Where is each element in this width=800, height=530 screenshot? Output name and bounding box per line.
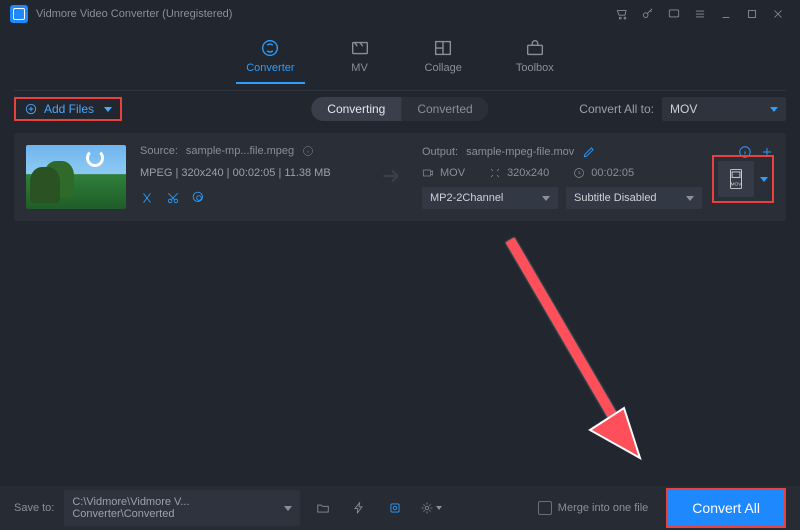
app-title: Vidmore Video Converter (Unregistered) [36, 8, 232, 20]
tab-converted[interactable]: Converted [401, 97, 488, 121]
add-files-button[interactable]: Add Files [14, 97, 122, 121]
cut-icon[interactable] [166, 191, 180, 208]
app-logo [10, 5, 28, 23]
subtitle-select[interactable]: Subtitle Disabled [566, 187, 702, 209]
out-resolution: 320x240 [507, 167, 549, 179]
save-path-value: C:\Vidmore\Vidmore V... Converter\Conver… [72, 496, 284, 520]
info-icon[interactable] [302, 145, 314, 157]
gpu-accel-icon[interactable] [382, 495, 408, 521]
output-label: Output: [422, 146, 458, 158]
mv-icon [349, 38, 371, 58]
tab-toolbox-label: Toolbox [516, 62, 554, 74]
feedback-icon[interactable] [662, 2, 686, 26]
lightning-icon[interactable] [346, 495, 372, 521]
tab-converter[interactable]: Converter [240, 36, 300, 76]
collage-icon [432, 38, 454, 58]
output-format-button[interactable]: MOV [712, 155, 774, 203]
checkbox-icon [538, 501, 552, 515]
file-format-icon: MOV [726, 168, 746, 190]
merge-checkbox[interactable]: Merge into one file [538, 501, 649, 515]
main-tabs: Converter MV Collage Toolbox [0, 28, 800, 84]
save-to-label: Save to: [14, 502, 54, 514]
out-duration: 00:02:05 [591, 167, 634, 179]
tab-mv-label: MV [351, 62, 368, 74]
file-row: Source: sample-mp...file.mpeg MPEG | 320… [14, 133, 786, 221]
convert-all-button[interactable]: Convert All [666, 488, 786, 528]
source-file: sample-mp...file.mpeg [186, 145, 294, 157]
output-file: sample-mpeg-file.mov [466, 146, 574, 158]
toolbox-icon [524, 38, 546, 58]
convert-all-to-select[interactable]: MOV [662, 97, 786, 121]
arrow-right-icon [378, 163, 404, 192]
tab-converter-label: Converter [246, 62, 294, 74]
source-block: Source: sample-mp...file.mpeg MPEG | 320… [140, 145, 360, 208]
window-close[interactable] [766, 2, 790, 26]
tab-toolbox[interactable]: Toolbox [510, 36, 560, 76]
add-files-label: Add Files [44, 102, 94, 116]
file-list: Source: sample-mp...file.mpeg MPEG | 320… [0, 127, 800, 227]
chevron-down-icon [284, 506, 292, 511]
video-icon [422, 167, 434, 179]
chevron-down-icon [542, 196, 550, 201]
annotation-arrow [490, 230, 650, 460]
merge-label: Merge into one file [558, 502, 649, 514]
trim-icon[interactable] [140, 191, 154, 208]
menu-icon[interactable] [688, 2, 712, 26]
window-maximize[interactable] [740, 2, 764, 26]
status-toggle: Converting Converted [311, 97, 488, 121]
edit-icon[interactable] [582, 145, 596, 159]
out-format: MOV [440, 167, 465, 179]
cart-icon[interactable] [610, 2, 634, 26]
chevron-down-icon [686, 196, 694, 201]
edit-tools [140, 191, 360, 208]
tab-collage[interactable]: Collage [419, 36, 468, 76]
chevron-down-icon [104, 107, 112, 112]
tab-collage-label: Collage [425, 62, 462, 74]
video-thumbnail[interactable] [26, 145, 126, 209]
plus-circle-icon [24, 102, 38, 116]
enhance-icon[interactable] [192, 191, 206, 208]
settings-icon[interactable] [418, 495, 444, 521]
tab-mv[interactable]: MV [343, 36, 377, 76]
audio-select[interactable]: MP2-2Channel [422, 187, 558, 209]
clock-icon [573, 167, 585, 179]
resolution-icon [489, 167, 501, 179]
open-folder-button[interactable] [310, 495, 336, 521]
convert-all-to-value: MOV [670, 102, 697, 116]
convert-all-to: Convert All to: MOV [579, 97, 786, 121]
tab-converting[interactable]: Converting [311, 97, 401, 121]
titlebar: Vidmore Video Converter (Unregistered) [0, 0, 800, 28]
chevron-down-icon [760, 177, 768, 182]
convert-all-to-label: Convert All to: [579, 102, 654, 116]
chevron-down-icon [770, 107, 778, 112]
save-path-select[interactable]: C:\Vidmore\Vidmore V... Converter\Conver… [64, 490, 300, 526]
svg-text:MOV: MOV [731, 181, 743, 186]
key-icon[interactable] [636, 2, 660, 26]
source-meta: MPEG | 320x240 | 00:02:05 | 11.38 MB [140, 167, 360, 179]
source-label: Source: [140, 145, 178, 157]
footer: Save to: C:\Vidmore\Vidmore V... Convert… [0, 486, 800, 530]
subbar: Add Files Converting Converted Convert A… [0, 91, 800, 127]
converter-icon [259, 38, 281, 58]
window-minimize[interactable] [714, 2, 738, 26]
